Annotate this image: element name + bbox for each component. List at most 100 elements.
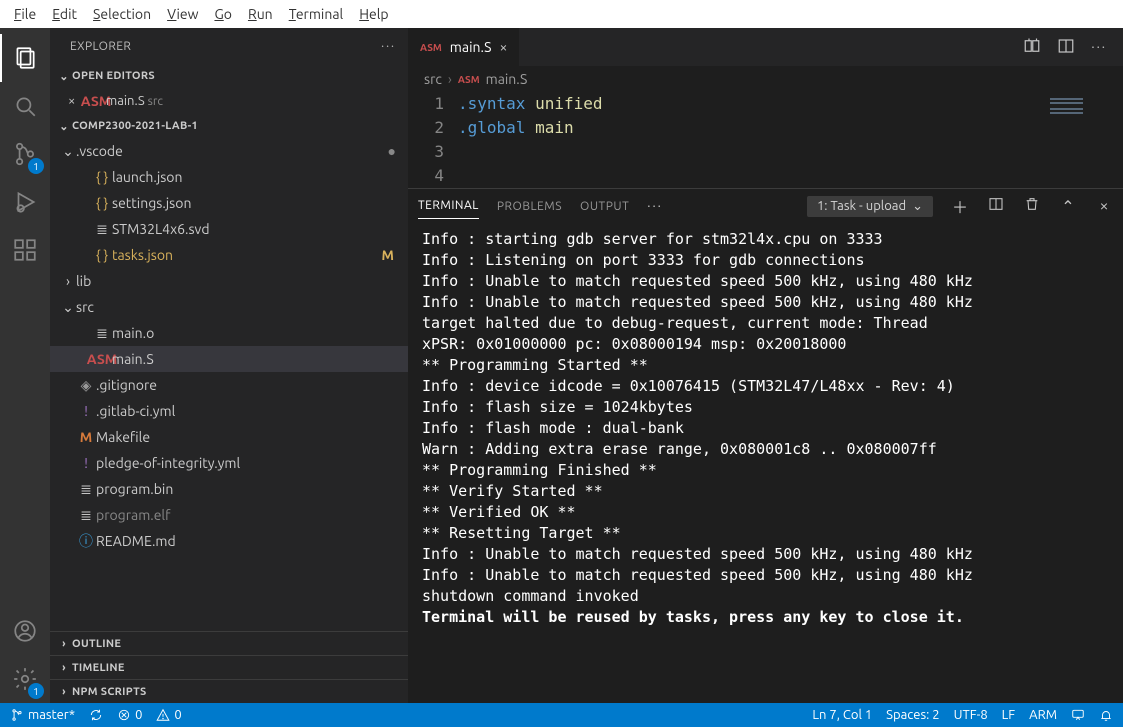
file-label: Makefile bbox=[96, 429, 400, 445]
info-icon: ⓘ bbox=[76, 531, 96, 551]
terminal-line: Info : starting gdb server for stm32l4x.… bbox=[422, 229, 1109, 250]
file-label: main.o bbox=[112, 325, 400, 341]
file-icon: ≣ bbox=[92, 325, 112, 342]
folder-row[interactable]: ⌄src bbox=[50, 294, 408, 320]
terminal-line: target halted due to debug-request, curr… bbox=[422, 313, 1109, 334]
file-row[interactable]: MMakefile bbox=[50, 424, 408, 450]
extensions-icon[interactable] bbox=[0, 226, 50, 274]
compare-icon[interactable] bbox=[1023, 37, 1041, 58]
menu-terminal[interactable]: Terminal bbox=[281, 3, 352, 25]
open-editors-header[interactable]: ⌄ OPEN EDITORS bbox=[50, 64, 408, 88]
file-row[interactable]: ≣program.elf bbox=[50, 502, 408, 528]
code-line: 3 bbox=[420, 140, 1043, 164]
menu-selection[interactable]: Selection bbox=[85, 3, 159, 25]
cursor-position[interactable]: Ln 7, Col 1 bbox=[812, 708, 872, 722]
sync-icon[interactable] bbox=[89, 708, 103, 722]
terminal-line: Info : flash mode : dual-bank bbox=[422, 418, 1109, 439]
task-selector[interactable]: 1: Task - upload ⌄ bbox=[807, 196, 933, 217]
notifications-icon[interactable] bbox=[1099, 708, 1113, 722]
accounts-icon[interactable] bbox=[0, 607, 50, 655]
settings-gear-icon[interactable]: 1 bbox=[0, 655, 50, 703]
file-row[interactable]: ⓘREADME.md bbox=[50, 528, 408, 554]
menu-edit[interactable]: Edit bbox=[44, 3, 85, 25]
file-row[interactable]: ◈.gitignore bbox=[50, 372, 408, 398]
source-control-icon[interactable]: 1 bbox=[0, 130, 50, 178]
file-row[interactable]: !pledge-of-integrity.yml bbox=[50, 450, 408, 476]
file-row[interactable]: ASMmain.S bbox=[50, 346, 408, 372]
tab-main-s[interactable]: ASM main.S × bbox=[408, 28, 520, 66]
sidebar-title: EXPLORER bbox=[70, 40, 131, 53]
asm-file-icon: ASM bbox=[420, 42, 442, 53]
split-terminal-icon[interactable] bbox=[987, 196, 1005, 216]
file-row[interactable]: { }launch.json bbox=[50, 164, 408, 190]
terminal-line: xPSR: 0x01000000 pc: 0x08000194 msp: 0x2… bbox=[422, 334, 1109, 355]
maximize-panel-icon[interactable]: ⌃ bbox=[1059, 197, 1077, 216]
minimap[interactable] bbox=[1043, 92, 1123, 188]
chevron-icon: ⌄ bbox=[60, 299, 76, 316]
status-bar: master* 0 0 Ln 7, Col 1 Spaces: 2 UTF-8 … bbox=[0, 703, 1123, 727]
menubar: FileEditSelectionViewGoRunTerminalHelp bbox=[0, 0, 1123, 28]
file-row[interactable]: !.gitlab-ci.yml bbox=[50, 398, 408, 424]
tab-output[interactable]: OUTPUT bbox=[580, 194, 629, 219]
terminal-output[interactable]: Info : starting gdb server for stm32l4x.… bbox=[408, 223, 1123, 703]
kill-terminal-icon[interactable] bbox=[1023, 196, 1041, 216]
search-icon[interactable] bbox=[0, 82, 50, 130]
chevron-icon: › bbox=[60, 273, 76, 289]
section-npm-scripts[interactable]: ›NPM SCRIPTS bbox=[50, 679, 408, 703]
eol[interactable]: LF bbox=[1002, 708, 1015, 722]
more-icon[interactable]: ··· bbox=[647, 199, 663, 213]
folder-row[interactable]: ⌄.vscode● bbox=[50, 138, 408, 164]
encoding[interactable]: UTF-8 bbox=[954, 708, 988, 722]
file-label: .gitlab-ci.yml bbox=[96, 403, 400, 419]
language-mode[interactable]: ARM bbox=[1029, 708, 1057, 722]
section-timeline[interactable]: ›TIMELINE bbox=[50, 655, 408, 679]
menu-view[interactable]: View bbox=[159, 3, 206, 25]
menu-help[interactable]: Help bbox=[351, 3, 396, 25]
close-panel-icon[interactable]: × bbox=[1095, 197, 1113, 215]
file-row[interactable]: ≣STM32L4x6.svd bbox=[50, 216, 408, 242]
tab-problems[interactable]: PROBLEMS bbox=[497, 194, 562, 219]
folder-row[interactable]: ›lib bbox=[50, 268, 408, 294]
file-label: lib bbox=[76, 273, 400, 289]
menu-go[interactable]: Go bbox=[206, 3, 240, 25]
menu-file[interactable]: File bbox=[6, 3, 44, 25]
indentation[interactable]: Spaces: 2 bbox=[886, 708, 939, 722]
run-debug-icon[interactable] bbox=[0, 178, 50, 226]
close-icon[interactable]: × bbox=[499, 39, 507, 55]
explorer-icon[interactable] bbox=[0, 34, 50, 82]
section-outline[interactable]: ›OUTLINE bbox=[50, 631, 408, 655]
asm-file-icon: ASM bbox=[458, 74, 480, 85]
asm-file-icon: ASM bbox=[86, 93, 106, 109]
file-label: README.md bbox=[96, 533, 400, 549]
menu-run[interactable]: Run bbox=[240, 3, 281, 25]
terminal-line: Info : Unable to match requested speed 5… bbox=[422, 271, 1109, 292]
split-editor-icon[interactable] bbox=[1057, 37, 1075, 58]
file-row[interactable]: ≣main.o bbox=[50, 320, 408, 346]
feedback-icon[interactable] bbox=[1071, 708, 1085, 722]
new-terminal-icon[interactable]: ＋ bbox=[951, 194, 969, 218]
errors-count[interactable]: 0 bbox=[117, 708, 142, 722]
more-icon[interactable]: ··· bbox=[1091, 40, 1107, 54]
json-file-icon: { } bbox=[92, 169, 112, 185]
file-tree: ⌄.vscode●{ }launch.json{ }settings.json≣… bbox=[50, 138, 408, 631]
code-line: 1.syntax unified bbox=[420, 92, 1043, 116]
editor-and-minimap: 1.syntax unified2.global main34 bbox=[408, 92, 1123, 188]
open-editor-item[interactable]: × ASM main.S src bbox=[50, 88, 408, 114]
git-branch[interactable]: master* bbox=[10, 708, 75, 722]
tab-terminal[interactable]: TERMINAL bbox=[418, 193, 479, 219]
file-row[interactable]: { }tasks.jsonM bbox=[50, 242, 408, 268]
panel-tabs: TERMINAL PROBLEMS OUTPUT ··· 1: Task - u… bbox=[408, 189, 1123, 223]
warnings-count[interactable]: 0 bbox=[156, 708, 181, 722]
file-row[interactable]: { }settings.json bbox=[50, 190, 408, 216]
json-file-icon: { } bbox=[92, 195, 112, 211]
breadcrumb[interactable]: src › ASM main.S bbox=[408, 66, 1123, 92]
file-row[interactable]: ≣program.bin bbox=[50, 476, 408, 502]
explorer-sidebar: EXPLORER ··· ⌄ OPEN EDITORS × ASM main.S… bbox=[50, 28, 408, 703]
code-editor[interactable]: 1.syntax unified2.global main34 bbox=[408, 92, 1043, 188]
terminal-line: Info : Unable to match requested speed 5… bbox=[422, 544, 1109, 565]
scm-badge: 1 bbox=[28, 158, 44, 174]
more-icon[interactable]: ··· bbox=[381, 40, 396, 53]
modified-badge: M bbox=[382, 247, 400, 263]
terminal-line: Info : device idcode = 0x10076415 (STM32… bbox=[422, 376, 1109, 397]
project-header[interactable]: ⌄ COMP2300-2021-LAB-1 bbox=[50, 114, 408, 138]
